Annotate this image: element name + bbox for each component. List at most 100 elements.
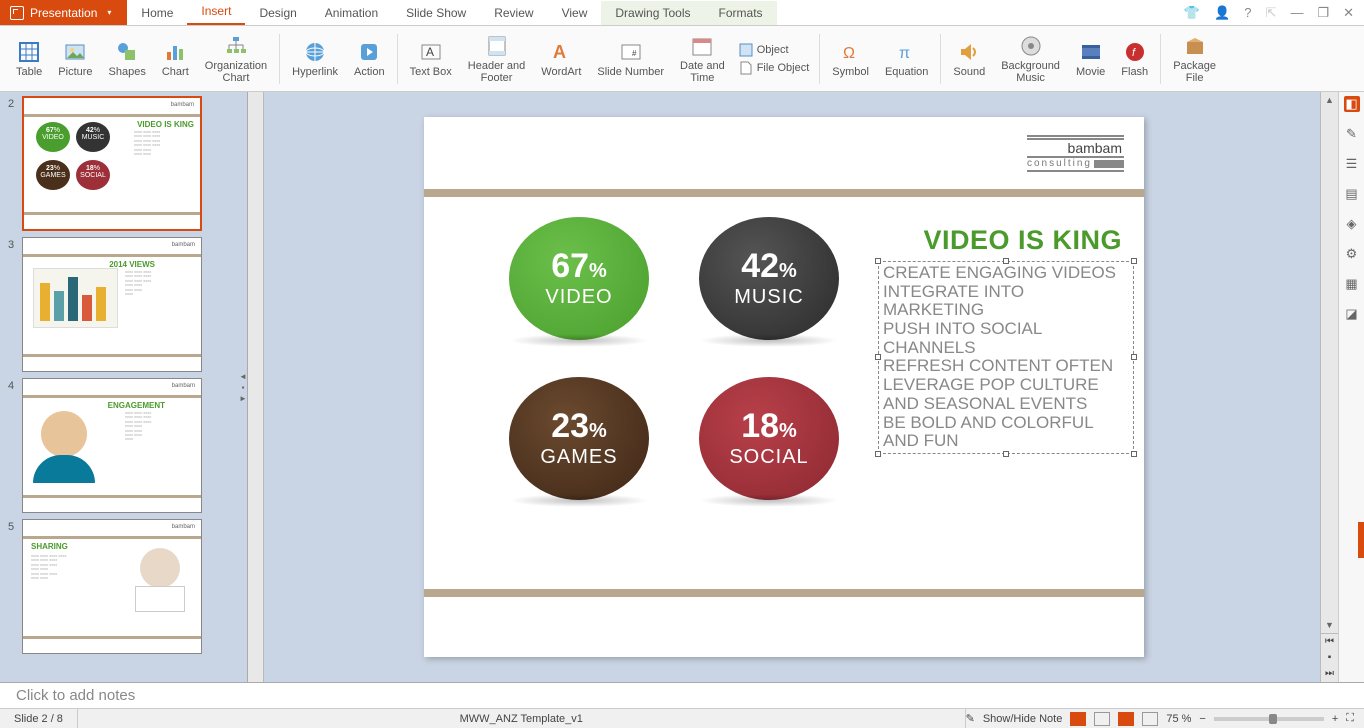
vertical-scrollbar[interactable]: ▲ ▼ ⏮ ▪ ⏭: [1320, 92, 1338, 682]
equation-button[interactable]: πEquation: [877, 38, 936, 80]
tab-formats[interactable]: Formats: [705, 1, 777, 25]
right-taskpane-rail: ◧ ✎ ☰ ▤ ◈ ⚙ ▦ ◪: [1338, 92, 1364, 682]
app-name: Presentation: [30, 6, 97, 20]
chart-button[interactable]: Chart: [154, 38, 197, 80]
thumbnail-slide-3[interactable]: bambam 2014 VIEWS xxxx xxxx xxxxxxxx xxx…: [22, 237, 202, 372]
scroll-up-button[interactable]: ▲: [1321, 92, 1338, 108]
taskpane-format-icon[interactable]: ▤: [1344, 186, 1360, 202]
bubble-music: 42%MUSIC: [694, 217, 844, 347]
zoom-in-button[interactable]: +: [1332, 713, 1338, 725]
movie-button[interactable]: Movie: [1068, 38, 1113, 80]
picture-button[interactable]: Picture: [50, 38, 100, 80]
thumb-number: 4: [8, 378, 22, 392]
brand-logo: bambam consulting: [1027, 135, 1124, 172]
view-reading-button[interactable]: [1118, 712, 1134, 726]
svg-text:A: A: [426, 45, 434, 59]
minimize-button[interactable]: —: [1290, 5, 1303, 20]
view-slideshow-button[interactable]: [1142, 712, 1158, 726]
status-filename: MWW_ANZ Template_v1: [78, 709, 966, 728]
textbox-button[interactable]: AText Box: [402, 38, 460, 80]
taskpane-anim-icon[interactable]: ◈: [1344, 216, 1360, 232]
help-button[interactable]: ?: [1244, 5, 1251, 20]
zoom-slider[interactable]: [1214, 717, 1324, 721]
taskpane-object-icon[interactable]: ◪: [1344, 306, 1360, 322]
wordart-button[interactable]: AWordArt: [533, 38, 589, 80]
packagefile-button[interactable]: Package File: [1165, 32, 1224, 86]
table-button[interactable]: Table: [8, 38, 50, 80]
tab-drawing-tools[interactable]: Drawing Tools: [601, 1, 704, 25]
taskpane-layers-icon[interactable]: ☰: [1344, 156, 1360, 172]
goto-button[interactable]: ▪: [1321, 650, 1338, 666]
thumb-number: 5: [8, 519, 22, 533]
taskpane-home-icon[interactable]: ◧: [1344, 96, 1360, 112]
chevron-down-icon: ▾: [107, 8, 111, 17]
tab-review[interactable]: Review: [480, 1, 547, 25]
pin-icon[interactable]: ⇱: [1266, 5, 1277, 21]
datetime-button[interactable]: Date and Time: [672, 32, 733, 86]
thumbnail-splitter[interactable]: ◄▪►: [239, 92, 247, 682]
app-logo-icon: [10, 6, 24, 20]
orgchart-button[interactable]: Organization Chart: [197, 32, 275, 86]
slide-canvas: bambam consulting 67%VIDEO 42%MUSIC 23%GAM…: [248, 92, 1320, 682]
slide[interactable]: bambam consulting 67%VIDEO 42%MUSIC 23%GAM…: [424, 117, 1144, 657]
tab-insert[interactable]: Insert: [187, 0, 245, 25]
menu-tabs: HomeInsertDesignAnimationSlide ShowRevie…: [127, 0, 776, 25]
zoom-out-button[interactable]: −: [1199, 713, 1205, 725]
body-line: REFRESH CONTENT OFTEN: [883, 357, 1129, 376]
next-slide-button[interactable]: ⏭: [1321, 666, 1338, 682]
shapes-button[interactable]: Shapes: [101, 38, 154, 80]
close-button[interactable]: ✕: [1343, 5, 1354, 21]
thumbnail-slide-5[interactable]: bambam SHARING xxxx xxxx xxxx xxxxxxxx x…: [22, 519, 202, 654]
svg-text:A: A: [553, 42, 566, 62]
ribbon: Table Picture Shapes Chart Organization …: [0, 26, 1364, 92]
bubble-social: 18%SOCIAL: [694, 377, 844, 507]
fileobject-button[interactable]: File Object: [739, 61, 810, 75]
showhide-note-button[interactable]: Show/Hide Note: [983, 713, 1063, 725]
slidenumber-button[interactable]: #Slide Number: [589, 38, 672, 80]
slide-title: VIDEO IS KING: [923, 225, 1122, 256]
thumbnail-slide-4[interactable]: bambam ENGAGEMENT xxxx xxxx xxxxxxxx xxx…: [22, 378, 202, 513]
tab-animation[interactable]: Animation: [311, 1, 392, 25]
tab-design[interactable]: Design: [245, 1, 310, 25]
slide-body-textbox[interactable]: CREATE ENGAGING VIDEOSINTEGRATE INTO MAR…: [878, 261, 1134, 454]
notes-pane[interactable]: Click to add notes: [0, 682, 1364, 708]
view-normal-button[interactable]: [1070, 712, 1086, 726]
status-bar: Slide 2 / 8 MWW_ANZ Template_v1 ✎ Show/H…: [0, 708, 1364, 728]
taskpane-clip-icon[interactable]: ✎: [1344, 126, 1360, 142]
flash-button[interactable]: fFlash: [1113, 38, 1156, 80]
shirt-icon[interactable]: 👕: [1184, 5, 1200, 21]
tab-view[interactable]: View: [548, 1, 602, 25]
body-line: CREATE ENGAGING VIDEOS: [883, 264, 1129, 283]
scroll-down-button[interactable]: ▼: [1321, 617, 1338, 633]
prev-slide-button[interactable]: ⏮: [1321, 634, 1338, 650]
tab-slide-show[interactable]: Slide Show: [392, 1, 480, 25]
body-line: AND FUN: [883, 432, 1129, 451]
body-line: LEVERAGE POP CULTURE: [883, 376, 1129, 395]
bubble-video: 67%VIDEO: [504, 217, 654, 347]
hyperlink-button[interactable]: Hyperlink: [284, 38, 346, 80]
restore-button[interactable]: ❐: [1317, 5, 1329, 21]
status-slide-counter: Slide 2 / 8: [0, 709, 78, 728]
slide-thumbnails-panel: 2 bambam VIDEO IS KING xxxx xxxx xxxxxxx…: [0, 92, 248, 682]
bgmusic-button[interactable]: Background Music: [993, 32, 1068, 86]
taskpane-media-icon[interactable]: ▦: [1344, 276, 1360, 292]
sound-button[interactable]: Sound: [945, 38, 993, 80]
object-button[interactable]: Object: [739, 43, 810, 57]
view-sorter-button[interactable]: [1094, 712, 1110, 726]
taskpane-handle[interactable]: [1358, 522, 1364, 558]
action-button[interactable]: Action: [346, 38, 393, 80]
status-zoom: 75 %: [1166, 713, 1191, 725]
tab-home[interactable]: Home: [127, 1, 187, 25]
thumbnail-slide-2[interactable]: bambam VIDEO IS KING xxxx xxxx xxxxxxxx …: [22, 96, 202, 231]
svg-text:#: #: [632, 49, 637, 58]
fit-button[interactable]: ⛶: [1346, 712, 1354, 725]
body-line: AND SEASONAL EVENTS: [883, 395, 1129, 414]
symbol-button[interactable]: ΩSymbol: [824, 38, 877, 80]
taskpane-props-icon[interactable]: ⚙: [1344, 246, 1360, 262]
body-line: PUSH INTO SOCIAL CHANNELS: [883, 320, 1129, 357]
headerfooter-button[interactable]: Header and Footer: [460, 32, 534, 86]
bubble-games: 23%GAMES: [504, 377, 654, 507]
app-menu-button[interactable]: Presentation ▾: [0, 0, 127, 25]
user-icon[interactable]: 👤: [1214, 5, 1230, 21]
svg-text:Ω: Ω: [843, 45, 855, 62]
